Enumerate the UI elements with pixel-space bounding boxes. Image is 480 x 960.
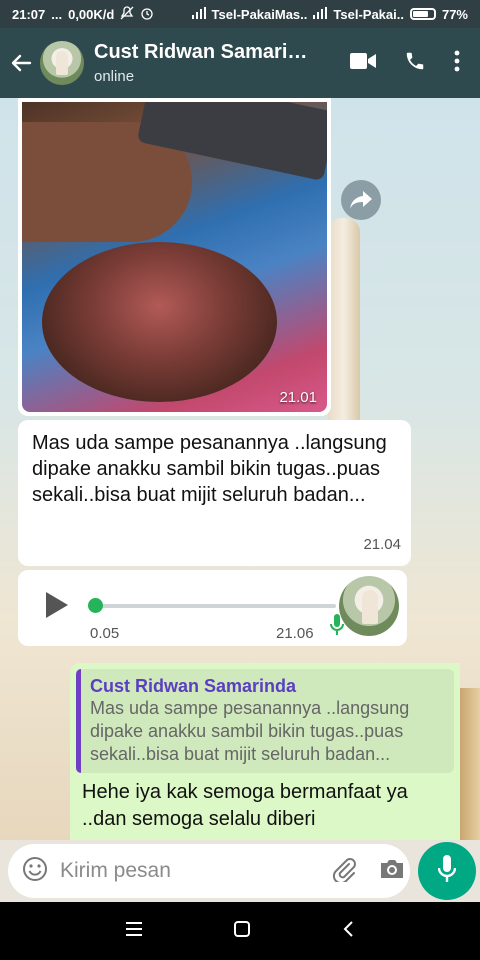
message-text: Hehe iya kak semoga bermanfaat ya ..dan …	[82, 781, 408, 830]
voice-message[interactable]: 0.05 21.06	[18, 570, 407, 646]
carrier-1: Tsel-PakaiMas..	[211, 6, 308, 22]
more-vert-icon[interactable]	[454, 50, 460, 77]
play-icon[interactable]	[44, 590, 70, 625]
back-arrow-icon[interactable]	[2, 52, 40, 74]
signal-icon	[313, 6, 328, 22]
emoji-icon[interactable]	[22, 856, 48, 887]
mic-icon	[330, 614, 344, 641]
avatar[interactable]	[40, 41, 84, 85]
status-bar: 21:07 ... 0,00K/d Tsel-PakaiMas.. Tsel-P…	[0, 0, 480, 28]
chat-header: Cust Ridwan Samarinda online	[0, 28, 480, 98]
video-call-icon[interactable]	[350, 52, 376, 75]
status-time: 21:07	[12, 6, 46, 22]
message-timestamp: 21.01	[279, 389, 317, 406]
menu-icon[interactable]	[126, 921, 142, 941]
quoted-author: Cust Ridwan Samarinda	[90, 676, 297, 696]
voice-progress-knob[interactable]	[88, 598, 103, 613]
network-speed: 0,00K/d	[68, 6, 115, 22]
voice-record-button[interactable]	[418, 842, 476, 900]
voice-duration: 0.05	[90, 625, 120, 642]
message-text: Mas uda sampe pesanannya ..langsung dipa…	[32, 432, 387, 506]
image-message[interactable]: 21.01	[18, 98, 331, 416]
forward-icon[interactable]	[341, 180, 381, 220]
quoted-text: Mas uda sampe pesanannya ..langsung dipa…	[90, 698, 410, 764]
attach-icon[interactable]	[331, 856, 357, 887]
outgoing-reply-message[interactable]: Cust Ridwan Samarinda Mas uda sampe pesa…	[70, 663, 460, 840]
photo-massager[interactable]: 21.01	[22, 102, 327, 412]
camera-icon[interactable]	[379, 858, 405, 885]
status-dots: ...	[51, 6, 63, 22]
message-input[interactable]	[60, 859, 331, 883]
composer	[0, 840, 480, 902]
voice-progress-track[interactable]	[96, 604, 336, 608]
message-timestamp: 21.04	[363, 536, 401, 553]
system-nav-bar	[0, 902, 480, 960]
phone-icon[interactable]	[404, 50, 426, 77]
message-input-container[interactable]	[8, 844, 410, 898]
signal-icon	[191, 6, 206, 22]
carrier-2: Tsel-Pakai..	[333, 6, 404, 22]
contact-info[interactable]: Cust Ridwan Samarinda online	[94, 41, 350, 85]
mute-icon	[120, 5, 134, 23]
chat-area[interactable]: 21.01 Mas uda sampe pesanannya ..langsun…	[0, 98, 480, 840]
back-icon[interactable]	[342, 920, 354, 942]
alarm-icon	[140, 6, 154, 23]
wallpaper-building	[460, 688, 480, 840]
home-icon[interactable]	[234, 920, 250, 942]
battery-icon	[409, 8, 436, 20]
text-message[interactable]: Mas uda sampe pesanannya ..langsung dipa…	[18, 420, 411, 566]
message-timestamp: 21.06	[276, 625, 314, 642]
battery-level	[412, 11, 428, 17]
sender-avatar[interactable]	[339, 576, 399, 636]
mic-icon	[437, 854, 457, 888]
contact-status: online	[94, 68, 135, 85]
battery-percent: 77%	[441, 6, 468, 22]
quoted-message[interactable]: Cust Ridwan Samarinda Mas uda sampe pesa…	[76, 669, 454, 773]
contact-name: Cust Ridwan Samarinda	[94, 41, 314, 63]
